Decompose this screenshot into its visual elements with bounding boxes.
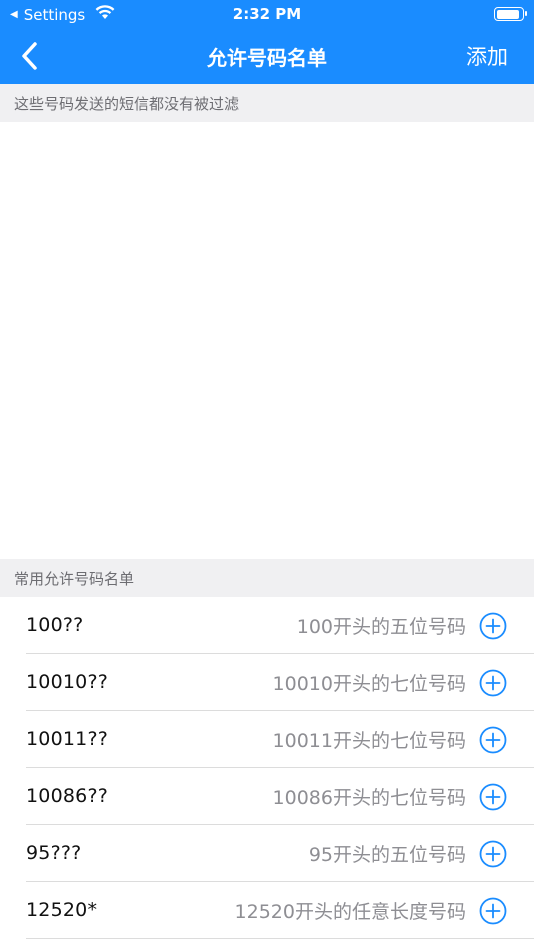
header: ◀ Settings 2:32 PM 允许号码名单 添加 [0, 0, 534, 84]
item-description: 10010开头的七位号码 [272, 672, 466, 695]
page-title: 允许号码名单 [207, 46, 327, 70]
plus-circle-icon[interactable] [479, 726, 507, 754]
item-number: 10011?? [26, 728, 109, 750]
common-list-header: 常用允许号码名单 [0, 559, 534, 597]
status-time: 2:32 PM [232, 5, 302, 23]
plus-circle-icon[interactable] [479, 840, 507, 868]
list-item: 100?? 100开头的五位号码 [26, 597, 534, 654]
item-number: 100?? [26, 614, 84, 636]
item-number: 95??? [26, 842, 82, 864]
common-list-title: 常用允许号码名单 [14, 569, 135, 588]
plus-circle-icon[interactable] [479, 897, 507, 925]
list-item: 95??? 95开头的五位号码 [26, 825, 534, 882]
plus-circle-icon[interactable] [479, 669, 507, 697]
section-description-text: 这些号码发送的短信都没有被过滤 [14, 94, 240, 113]
screen: ◀ Settings 2:32 PM 允许号码名单 添加 这些号码发送的短信都没… [0, 0, 534, 950]
list-item: 10010?? 10010开头的七位号码 [26, 654, 534, 711]
list-item: 10086?? 10086开头的七位号码 [26, 768, 534, 825]
item-description: 10011开头的七位号码 [272, 729, 466, 752]
nav-bar: 允许号码名单 添加 [0, 28, 534, 84]
common-list: 100?? 100开头的五位号码 10010?? 10010开头的七位号码 10… [0, 597, 534, 939]
item-description: 10086开头的七位号码 [272, 786, 466, 809]
list-item: 10011?? 10011开头的七位号码 [26, 711, 534, 768]
item-description: 100开头的五位号码 [296, 615, 466, 638]
item-description: 12520开头的任意长度号码 [234, 900, 466, 923]
allowed-list-description: 这些号码发送的短信都没有被过滤 [0, 84, 534, 122]
item-number: 10086?? [26, 785, 109, 807]
item-number: 10010?? [26, 671, 109, 693]
status-bar: ◀ Settings 2:32 PM [0, 0, 534, 28]
item-description: 95开头的五位号码 [308, 843, 466, 866]
battery-icon [494, 7, 527, 21]
list-item: 12520* 12520开头的任意长度号码 [26, 882, 534, 939]
plus-circle-icon[interactable] [479, 612, 507, 640]
allowed-list-empty [0, 122, 534, 559]
plus-circle-icon[interactable] [479, 783, 507, 811]
item-number: 12520* [26, 899, 98, 921]
add-button[interactable]: 添加 [466, 41, 508, 71]
